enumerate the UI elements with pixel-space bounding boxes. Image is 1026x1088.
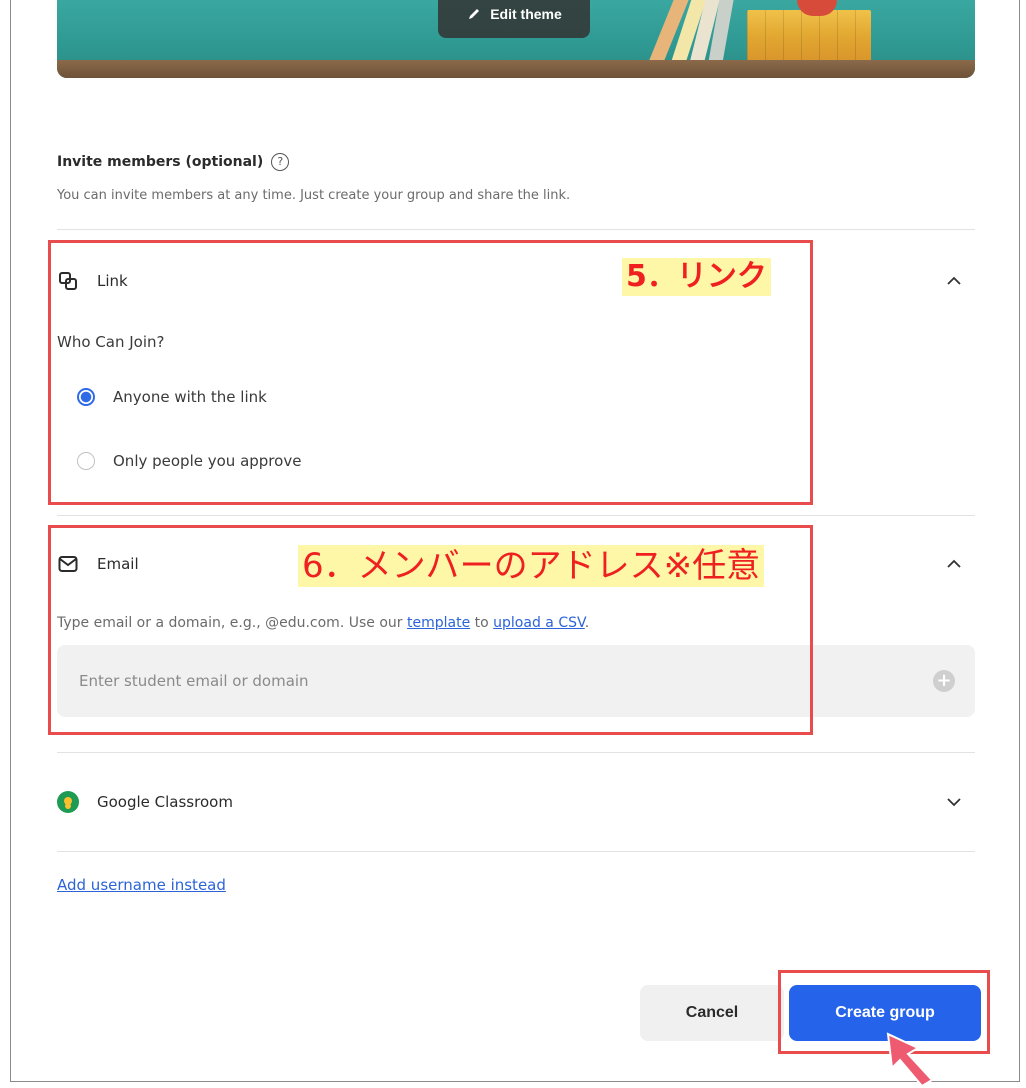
add-username-link[interactable]: Add username instead xyxy=(57,876,226,894)
edit-theme-button[interactable]: Edit theme xyxy=(438,0,590,38)
invite-members-title: Invite members (optional) ? xyxy=(57,153,290,171)
google-classroom-icon xyxy=(57,791,79,813)
edit-theme-label: Edit theme xyxy=(490,6,562,22)
invite-subtitle: You can invite members at any time. Just… xyxy=(57,188,571,203)
chevron-up-icon[interactable] xyxy=(945,555,963,573)
divider xyxy=(57,752,975,753)
pencil-icon xyxy=(469,9,480,19)
chevron-down-icon[interactable] xyxy=(945,793,963,811)
divider xyxy=(57,229,975,230)
google-classroom-header[interactable]: Google Classroom xyxy=(57,787,975,817)
books-illustration xyxy=(747,10,871,66)
cursor-arrow-icon xyxy=(886,1032,934,1088)
divider xyxy=(57,851,975,852)
question-circle-icon[interactable]: ? xyxy=(271,153,290,171)
google-classroom-label: Google Classroom xyxy=(97,793,233,811)
add-email-icon[interactable]: + xyxy=(933,670,955,692)
cancel-button[interactable]: Cancel xyxy=(640,985,784,1041)
annotation-label-link: 5．リンク xyxy=(622,258,771,296)
chevron-up-icon[interactable] xyxy=(945,272,963,290)
divider xyxy=(57,515,975,516)
annotation-label-email: 6．メンバーのアドレス※任意 xyxy=(298,545,765,587)
